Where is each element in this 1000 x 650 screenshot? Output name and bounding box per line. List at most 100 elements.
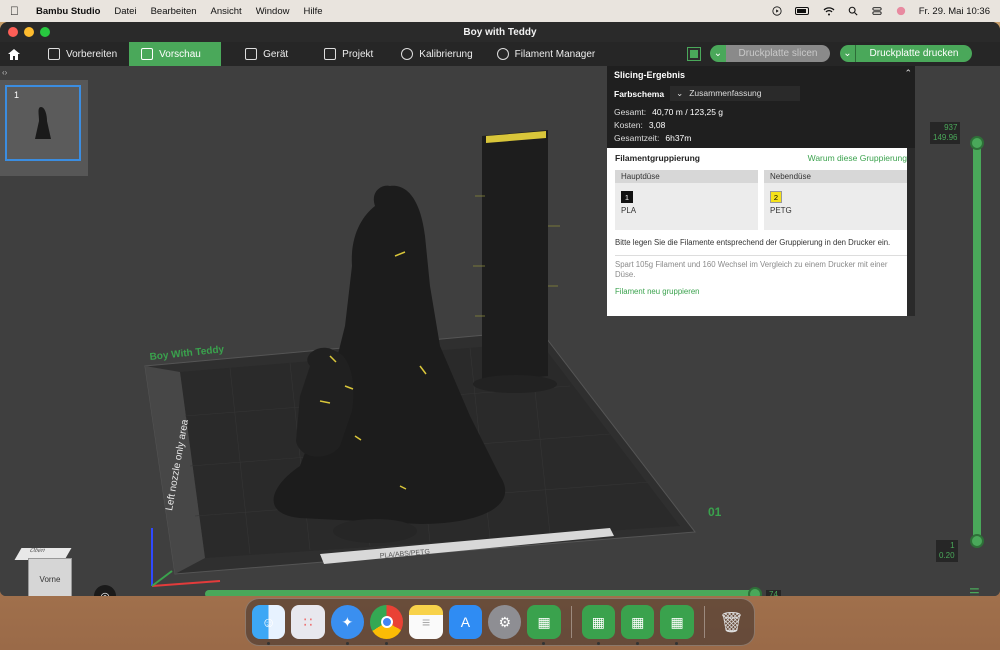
bambu-studio-icon: ▦ bbox=[631, 613, 645, 630]
app-window: Boy with Teddy Vorbereiten Vorschau Gerä… bbox=[0, 22, 1000, 596]
cube-icon bbox=[48, 48, 60, 60]
running-indicator bbox=[267, 642, 270, 645]
device-icon bbox=[245, 48, 258, 60]
color-scheme-label: Farbschema bbox=[614, 88, 665, 99]
3d-viewport[interactable]: Boy With Teddy 01 Left nozzle only area … bbox=[0, 66, 1000, 596]
launchpad-icon: ∷ bbox=[303, 613, 313, 630]
menu-hilfe[interactable]: Hilfe bbox=[303, 6, 322, 17]
gear-icon: ⚙ bbox=[498, 613, 512, 630]
dock-finder[interactable]: ☺ bbox=[252, 605, 286, 645]
menu-app-name[interactable]: Bambu Studio bbox=[36, 6, 100, 17]
load-filament-note: Bitte legen Sie die Filamente entspreche… bbox=[615, 238, 891, 247]
play-icon[interactable] bbox=[771, 6, 783, 16]
why-grouping-link[interactable]: Warum diese Gruppierung bbox=[808, 153, 907, 163]
menu-ansicht[interactable]: Ansicht bbox=[211, 6, 242, 17]
dock-bambu-studio-window-2[interactable]: ▦ bbox=[621, 605, 655, 645]
nozzle-groups: Hauptdüse 1 PLA Nebendüse 2 PETG bbox=[615, 170, 907, 230]
view-cube[interactable]: Oben Vorne bbox=[14, 544, 72, 596]
tab-label: Kalibrierung bbox=[419, 48, 473, 60]
main-toolbar: Vorbereiten Vorschau Gerät Projekt Kalib… bbox=[0, 42, 1000, 66]
move-slider[interactable] bbox=[205, 590, 755, 596]
move-slider-handle[interactable] bbox=[748, 587, 762, 596]
multi-plate-grid-icon[interactable] bbox=[687, 46, 701, 61]
cube-front-face[interactable]: Vorne bbox=[28, 558, 72, 596]
collapse-panel-icon[interactable]: ⌃ bbox=[904, 68, 912, 79]
bambu-studio-icon: ▦ bbox=[591, 613, 606, 630]
panel-scrollbar[interactable] bbox=[907, 148, 915, 316]
wifi-icon[interactable] bbox=[823, 6, 835, 16]
layers-icon bbox=[141, 48, 154, 60]
finder-icon: ☺ bbox=[261, 614, 276, 630]
stat-value: 3,08 bbox=[648, 120, 666, 130]
filament-grouping-section: Filamentgruppierung Warum diese Gruppier… bbox=[607, 148, 915, 316]
dock-bambu-studio-window-3[interactable]: ▦ bbox=[660, 605, 694, 645]
print-plate-label: Druckplatte drucken bbox=[856, 45, 972, 62]
filament-slot-badge[interactable]: 2 bbox=[770, 191, 782, 203]
plate-thumbnail[interactable]: 1 bbox=[5, 85, 81, 161]
menu-datei[interactable]: Datei bbox=[114, 6, 136, 17]
tab-kalibrierung[interactable]: Kalibrierung bbox=[389, 42, 484, 66]
layers-toggle-icon[interactable]: ☰ bbox=[969, 586, 980, 596]
dock-app-store[interactable]: A bbox=[448, 605, 483, 639]
chevron-down-icon[interactable]: ⌄ bbox=[710, 45, 726, 62]
filament-slot-badge[interactable]: 1 bbox=[621, 191, 633, 203]
side-nozzle-card: Nebendüse 2 PETG bbox=[764, 170, 907, 230]
expand-sidebar-icon[interactable]: ‹› bbox=[2, 68, 7, 77]
tab-projekt[interactable]: Projekt bbox=[312, 42, 385, 66]
trash-icon: 🗑 bbox=[718, 611, 745, 634]
bottom-layer-label: 1 0.20 bbox=[936, 540, 958, 562]
dock-bambu-studio[interactable]: ▦ bbox=[527, 605, 561, 645]
dock-bambu-studio-window-1[interactable]: ▦ bbox=[581, 605, 616, 645]
dock-trash[interactable]: 🗑 bbox=[715, 605, 748, 639]
stat-total: Gesamt: 40,70 m / 123,25 g bbox=[614, 106, 908, 119]
home-button[interactable] bbox=[0, 42, 28, 66]
dock-safari[interactable]: ✦ bbox=[330, 605, 365, 645]
prime-tower bbox=[482, 130, 548, 382]
dock-chrome[interactable] bbox=[370, 605, 404, 645]
tab-geraet[interactable]: Gerät bbox=[233, 42, 300, 66]
plate-thumbnail-panel: 1 bbox=[0, 80, 88, 176]
dock-notes[interactable]: ≡ bbox=[409, 605, 443, 639]
divider bbox=[615, 254, 907, 256]
tab-label: Vorschau bbox=[159, 48, 201, 60]
color-scheme-dropdown[interactable]: ⌄ Zusammenfassung bbox=[670, 86, 801, 101]
project-icon bbox=[324, 48, 337, 60]
calibration-icon bbox=[401, 48, 414, 60]
close-window-button[interactable] bbox=[8, 27, 18, 37]
spotlight-search-icon[interactable] bbox=[847, 6, 859, 16]
slicing-summary: Slicing-Ergebnis ⌃ Farbschema ⌄ Zusammen… bbox=[607, 66, 915, 148]
move-slider-value: 74 bbox=[766, 590, 781, 596]
user-avatar-icon[interactable] bbox=[895, 6, 907, 16]
print-plate-button[interactable]: ⌄ Druckplatte drucken bbox=[840, 45, 972, 62]
apple-logo-icon[interactable]:  bbox=[10, 4, 22, 18]
menu-bearbeiten[interactable]: Bearbeiten bbox=[151, 6, 197, 17]
color-scheme-row: Farbschema ⌄ Zusammenfassung bbox=[614, 86, 908, 101]
filament-grouping-title: Filamentgruppierung bbox=[615, 153, 700, 163]
tab-label: Vorbereiten bbox=[66, 48, 118, 60]
minimize-window-button[interactable] bbox=[24, 27, 34, 37]
running-indicator bbox=[675, 642, 679, 645]
compass-icon: ✦ bbox=[341, 613, 354, 630]
chevron-down-icon[interactable]: ⌄ bbox=[840, 45, 856, 62]
layer-range-slider[interactable] bbox=[973, 142, 981, 542]
slice-plate-button[interactable]: ⌄ Druckplatte slicen bbox=[710, 45, 830, 62]
control-center-icon[interactable] bbox=[871, 6, 883, 16]
dock-system-settings[interactable]: ⚙ bbox=[488, 605, 522, 639]
bottom-layer-handle[interactable] bbox=[970, 534, 984, 548]
regroup-filament-link[interactable]: Filament neu gruppieren bbox=[615, 287, 907, 296]
menu-clock[interactable]: Fr. 29. Mai 10:36 bbox=[919, 6, 990, 17]
top-layer-handle[interactable] bbox=[970, 136, 984, 150]
tab-vorschau[interactable]: Vorschau bbox=[129, 42, 222, 66]
x-axis bbox=[151, 580, 221, 587]
maximize-window-button[interactable] bbox=[40, 27, 50, 37]
tab-filament-manager[interactable]: Filament Manager bbox=[485, 42, 608, 66]
menu-window[interactable]: Window bbox=[256, 6, 290, 17]
bambu-studio-icon: ▦ bbox=[670, 613, 684, 630]
toolbar-actions: ⌄ Druckplatte slicen ⌄ Druckplatte druck… bbox=[687, 45, 972, 62]
window-controls bbox=[8, 27, 50, 37]
dock-launchpad[interactable]: ∷ bbox=[291, 605, 325, 639]
dock-separator bbox=[703, 606, 705, 638]
tab-vorbereiten[interactable]: Vorbereiten bbox=[36, 42, 129, 66]
stat-label: Gesamtzeit: bbox=[614, 133, 660, 143]
battery-icon[interactable] bbox=[794, 6, 811, 16]
